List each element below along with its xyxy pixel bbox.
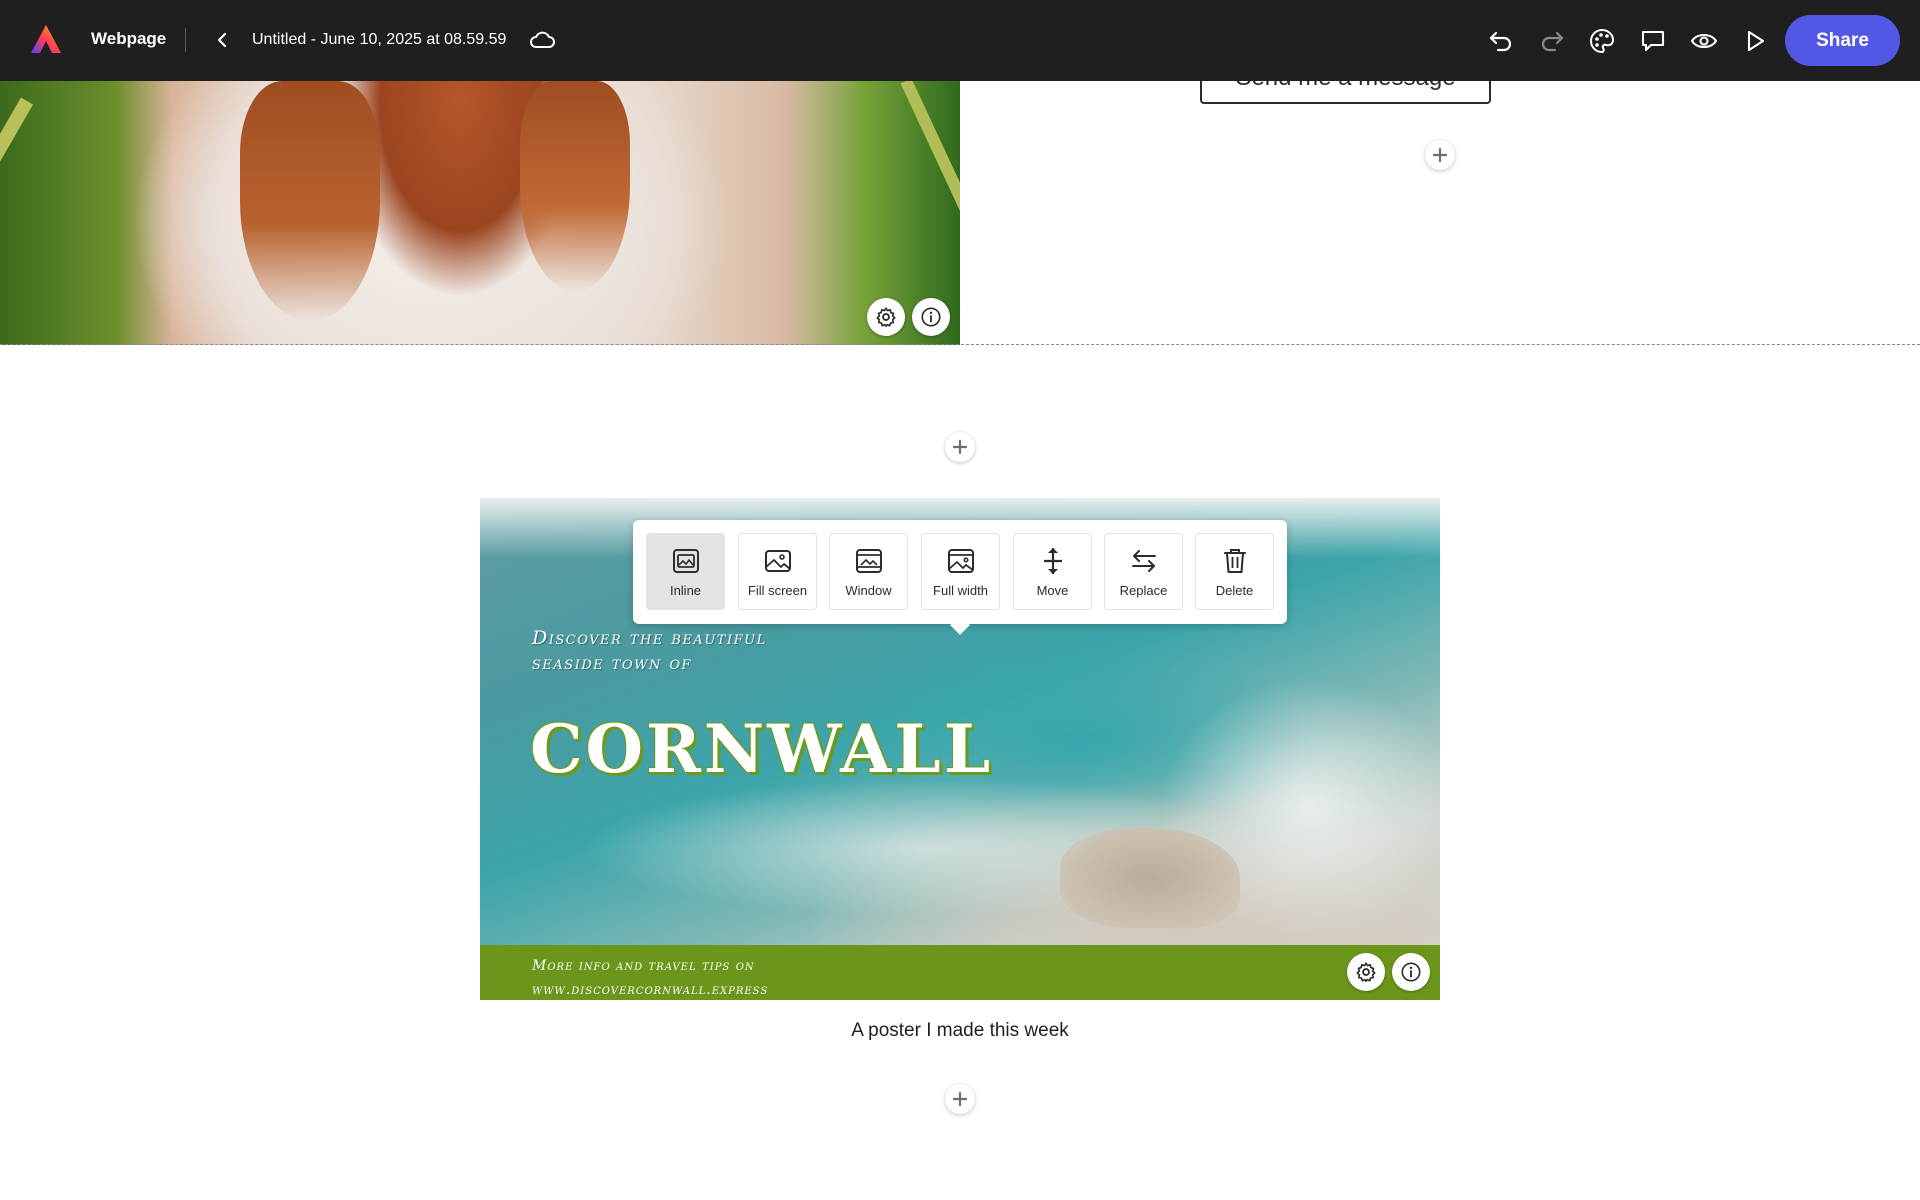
poster-title: CORNWALL (530, 710, 994, 788)
app-name: Webpage (91, 29, 167, 48)
top-bar: Webpage Untitled - June 10, 2025 at 08.5… (0, 0, 1920, 81)
plus-icon (953, 440, 967, 454)
poster-subtitle-line: Discover the beautiful (532, 627, 767, 649)
gear-icon (876, 307, 896, 327)
move-icon (1038, 546, 1068, 576)
add-block-button[interactable] (1425, 140, 1455, 170)
preview-button[interactable] (1689, 26, 1719, 56)
photo-settings-button[interactable] (867, 298, 905, 336)
window-icon (854, 546, 884, 576)
document-title[interactable]: Untitled - June 10, 2025 at 08.59.59 (252, 31, 506, 49)
undo-button[interactable] (1486, 26, 1516, 56)
plus-icon (1433, 148, 1447, 162)
eye-icon (1690, 33, 1718, 49)
photo-info-button[interactable] (912, 298, 950, 336)
adobe-express-logo-icon[interactable] (28, 22, 64, 58)
comments-button[interactable] (1638, 26, 1668, 56)
tool-label: Move (1036, 583, 1069, 598)
full-width-icon (946, 546, 976, 576)
gear-icon (1356, 962, 1376, 982)
poster-footer-line: www.discovercornwall.express (532, 982, 769, 998)
inline-image-icon (671, 546, 701, 576)
redo-icon (1541, 31, 1564, 52)
comment-icon (1641, 30, 1665, 52)
play-icon (1747, 30, 1765, 52)
photo-detail (520, 81, 630, 291)
palette-icon (1590, 28, 1615, 54)
tool-label: Replace (1119, 583, 1168, 598)
poster-footer-text: More info and travel tips on www.discove… (532, 954, 768, 1000)
photo-image[interactable] (0, 81, 960, 345)
present-button[interactable] (1740, 26, 1770, 56)
tool-label: Window (845, 583, 892, 598)
tool-label: Fill screen (747, 583, 808, 598)
full-width-button[interactable]: Full width (921, 533, 1000, 610)
image-layout-toolbar: Inline Fill screen Window Full width Mov… (633, 520, 1287, 635)
replace-button[interactable]: Replace (1104, 533, 1183, 610)
chevron-left-icon (217, 32, 227, 48)
share-button[interactable]: Share (1785, 15, 1900, 66)
poster-subtitle-line: seaside town of (532, 652, 693, 674)
undo-icon (1489, 31, 1512, 52)
trash-icon (1220, 546, 1250, 576)
poster-footer-line: More info and travel tips on (532, 958, 755, 974)
move-button[interactable]: Move (1013, 533, 1092, 610)
section-divider (0, 344, 1920, 345)
tool-label: Full width (933, 583, 988, 598)
poster-subtitle: Discover the beautiful seaside town of (532, 626, 767, 676)
cloud-icon[interactable] (528, 28, 556, 52)
add-block-button[interactable] (945, 432, 975, 462)
info-icon (921, 307, 941, 327)
poster-info-button[interactable] (1392, 953, 1430, 991)
divider (185, 28, 186, 52)
inline-button[interactable]: Inline (646, 533, 725, 610)
back-button[interactable] (210, 26, 234, 54)
tool-label: Delete (1215, 583, 1254, 598)
redo-button[interactable] (1537, 26, 1567, 56)
poster-caption[interactable]: A poster I made this week (480, 1020, 1440, 1042)
window-button[interactable]: Window (829, 533, 908, 610)
plus-icon (953, 1092, 967, 1106)
poster-settings-button[interactable] (1347, 953, 1385, 991)
replace-icon (1129, 546, 1159, 576)
photo-detail (240, 81, 380, 321)
poster-detail (1060, 828, 1240, 928)
fill-screen-button[interactable]: Fill screen (738, 533, 817, 610)
add-block-button[interactable] (945, 1084, 975, 1114)
theme-button[interactable] (1587, 26, 1617, 56)
info-icon (1401, 962, 1421, 982)
photo-detail (0, 97, 34, 345)
fill-screen-icon (763, 546, 793, 576)
delete-button[interactable]: Delete (1195, 533, 1274, 610)
tool-label: Inline (669, 583, 702, 598)
